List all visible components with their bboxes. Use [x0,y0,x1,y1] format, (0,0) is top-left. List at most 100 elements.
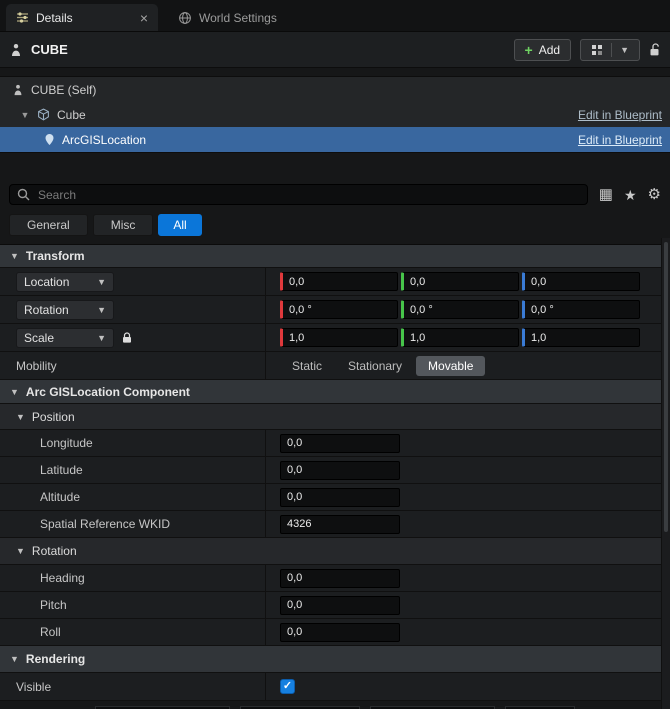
favorites-star-icon[interactable]: ★ [624,188,637,202]
location-type-dropdown[interactable]: Location ▼ [16,271,114,292]
search-icon [17,188,30,201]
property-label: Mobility [16,358,57,373]
scale-z-field[interactable] [522,328,640,347]
latitude-input[interactable] [281,464,399,476]
tab-bar: Details × World Settings [0,0,670,32]
edit-in-blueprint-link[interactable]: Edit in Blueprint [578,108,662,122]
location-z-field[interactable] [522,272,640,291]
rotation-x-input[interactable] [283,303,397,316]
scale-x-field[interactable] [280,328,398,347]
scale-x-input[interactable] [283,331,397,344]
add-button[interactable]: + Add [513,38,572,61]
clipped-row [0,701,670,709]
subsection-rotation[interactable]: ▼ Rotation [0,538,670,565]
heading-input[interactable] [281,572,399,584]
property-label: Roll [40,625,61,639]
subsection-title: Position [31,409,75,424]
edit-in-blueprint-link[interactable]: Edit in Blueprint [578,133,662,147]
location-y-field[interactable] [401,272,519,291]
scrollbar-thumb[interactable] [664,242,668,532]
altitude-field[interactable] [280,487,400,507]
mobility-segmented-control: Static Stationary Movable [280,355,486,376]
mobility-static-button[interactable]: Static [280,356,334,376]
property-name: Spatial Reference WKID [0,511,266,537]
section-rendering[interactable]: ▼ Rendering [0,646,670,673]
chevron-down-icon: ▼ [10,386,19,397]
roll-input[interactable] [281,626,399,638]
pitch-input[interactable] [281,599,399,611]
filter-general-label: General [27,218,70,232]
filter-general[interactable]: General [9,214,88,236]
latitude-field[interactable] [280,460,400,480]
pitch-field[interactable] [280,595,400,615]
settings-gear-icon[interactable]: ⚙ [648,187,661,202]
add-button-label: Add [538,42,561,57]
display-options-icon[interactable]: ▦ [599,187,613,202]
longitude-input[interactable] [281,437,399,449]
scale-y-field[interactable] [401,328,519,347]
tab-world-settings-label: World Settings [199,10,277,25]
lock-icon[interactable] [649,42,661,57]
tree-row-arcgislocation[interactable]: ArcGISLocation Edit in Blueprint [0,127,670,152]
expander-icon[interactable]: ▼ [20,110,30,120]
scale-y-input[interactable] [404,331,518,344]
rotation-type-dropdown[interactable]: Rotation ▼ [16,299,114,320]
property-value [266,268,670,295]
vertical-scrollbar[interactable] [661,238,670,709]
visible-checkbox[interactable]: ✓ [280,679,295,694]
property-label: Altitude [40,490,81,504]
subsection-position[interactable]: ▼ Position [0,404,670,430]
longitude-field[interactable] [280,433,400,453]
tab-details-label: Details [36,10,73,25]
scale-type-dropdown[interactable]: Scale ▼ [16,327,114,348]
property-name: Longitude [0,430,266,456]
property-row-latitude: Latitude [0,457,670,484]
tree-row-label: ArcGISLocation [62,132,147,147]
scale-z-input[interactable] [525,331,639,344]
property-value [266,511,670,537]
property-name: Heading [0,565,266,591]
tree-row-cube[interactable]: ▼ Cube Edit in Blueprint [0,102,670,127]
rotation-y-input[interactable] [404,303,518,316]
mobility-stationary-button[interactable]: Stationary [336,356,414,376]
section-transform[interactable]: ▼ Transform [0,245,670,268]
property-row-heading: Heading [0,565,670,592]
chevron-down-icon: ▼ [10,251,19,261]
tree-row-self[interactable]: CUBE (Self) [0,77,670,102]
filter-all[interactable]: All [158,214,202,236]
location-z-input[interactable] [525,275,639,288]
mobility-movable-button[interactable]: Movable [416,355,486,376]
roll-field[interactable] [280,622,400,642]
section-title: Transform [25,249,85,263]
properties-panel: ▼ Transform Location ▼ Rotation ▼ [0,244,670,709]
tab-details[interactable]: Details × [6,4,158,31]
rotation-x-field[interactable] [280,300,398,319]
rotation-y-field[interactable] [401,300,519,319]
property-value [266,619,670,645]
section-arcgislocation-component[interactable]: ▼ Arc GISLocation Component [0,380,670,404]
filter-misc[interactable]: Misc [92,214,154,236]
spatial-reference-wkid-field[interactable] [280,514,400,534]
property-name: Visible [0,673,266,700]
rotation-z-input[interactable] [525,303,639,316]
divider [611,42,613,57]
browse-split-button[interactable]: ▼ [580,38,640,61]
heading-field[interactable] [280,568,400,588]
location-x-input[interactable] [283,275,397,288]
dropdown-label: Rotation [24,302,69,317]
spatial-reference-wkid-input[interactable] [281,518,399,530]
property-value [266,592,670,618]
scale-lock-icon[interactable] [122,331,132,344]
close-tab-icon[interactable]: × [140,11,148,25]
property-value [266,430,670,456]
altitude-input[interactable] [281,491,399,503]
location-y-input[interactable] [404,275,518,288]
rotation-z-field[interactable] [522,300,640,319]
location-x-field[interactable] [280,272,398,291]
property-value: ✓ [266,673,670,700]
tab-world-settings[interactable]: World Settings [168,4,287,31]
search-box[interactable] [9,184,588,205]
search-input[interactable] [36,186,580,203]
subsection-title: Rotation [31,544,77,558]
